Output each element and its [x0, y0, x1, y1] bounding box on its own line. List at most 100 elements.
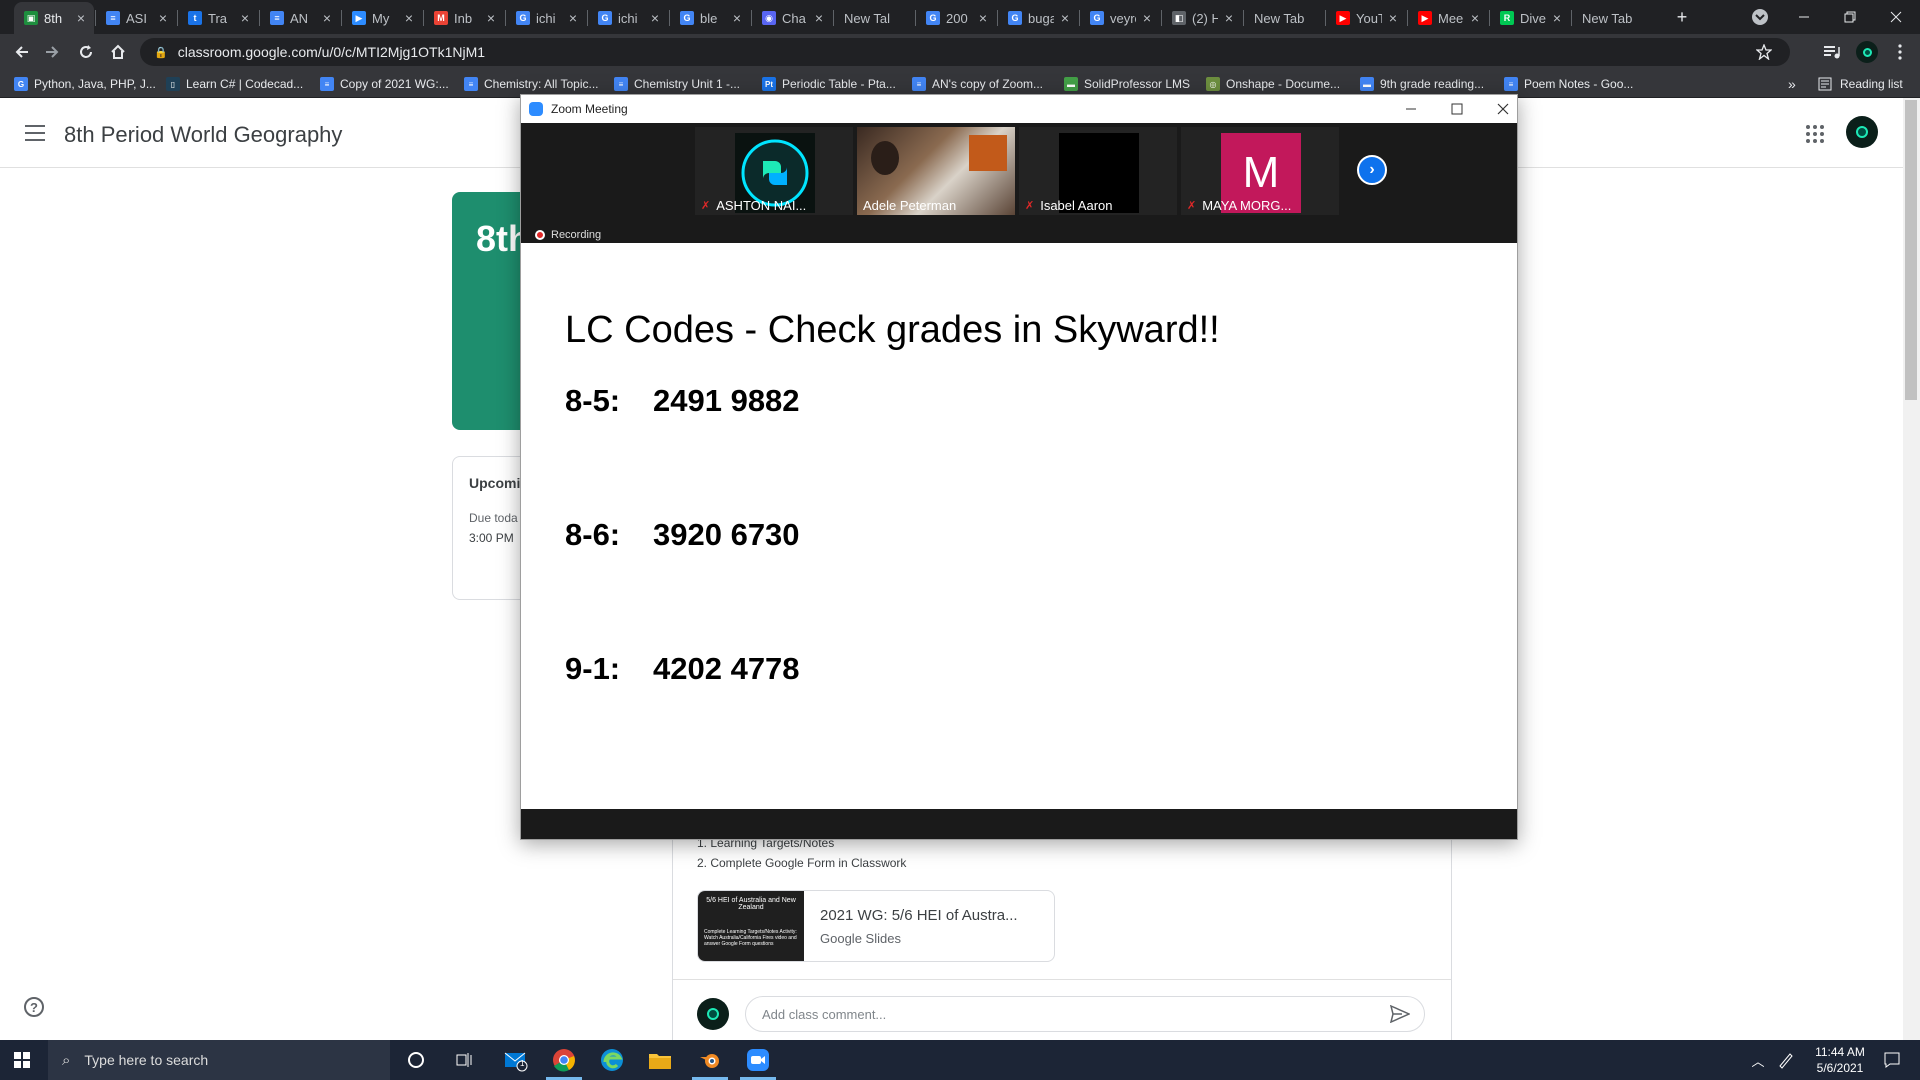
browser-tab[interactable]: ▶ Meeka× — [1408, 2, 1488, 34]
browser-tab[interactable]: Gichi × — [506, 2, 586, 34]
attachment-card[interactable]: 5/6 HEI of Australia and New Zealand Com… — [697, 890, 1055, 962]
class-comment-input[interactable]: Add class comment... — [745, 996, 1425, 1032]
media-control-button[interactable] — [1818, 38, 1846, 66]
browser-tab[interactable]: New Tal — [834, 2, 914, 34]
zoom-minimize-button[interactable] — [1399, 99, 1423, 119]
tab-close-icon[interactable]: × — [484, 10, 498, 26]
browser-tab[interactable]: New Tab — [1572, 2, 1652, 34]
bookmark-item[interactable]: ≡ Copy of 2021 WG:... — [320, 75, 449, 93]
browser-tab[interactable]: M Inb × — [424, 2, 504, 34]
browser-tab[interactable]: t Tra × — [178, 2, 258, 34]
tab-close-icon[interactable]: × — [812, 10, 826, 26]
zoom-title-bar[interactable]: Zoom Meeting — [521, 95, 1517, 123]
browser-tab[interactable]: ◉ Cha × — [752, 2, 832, 34]
chrome-taskbar-button[interactable] — [552, 1048, 576, 1072]
browser-tab[interactable]: Gveyron× — [1080, 2, 1160, 34]
tab-close-icon[interactable]: × — [156, 10, 170, 26]
browser-tab[interactable]: ▶ My × — [342, 2, 422, 34]
windows-start-icon[interactable] — [14, 1052, 30, 1068]
google-apps-icon[interactable] — [1806, 125, 1824, 143]
cortana-button[interactable] — [404, 1048, 428, 1072]
pen-workspace-button[interactable] — [1774, 1048, 1798, 1072]
tab-close-icon[interactable]: × — [238, 10, 252, 26]
bookmark-star-icon[interactable] — [1756, 44, 1772, 60]
page-scrollbar[interactable] — [1903, 98, 1920, 1040]
profile-avatar[interactable] — [1856, 41, 1878, 63]
mail-app-button[interactable]: 1 — [504, 1048, 528, 1072]
main-menu-button[interactable] — [25, 125, 45, 141]
reload-button[interactable] — [72, 38, 100, 66]
home-button[interactable] — [104, 38, 132, 66]
zoom-maximize-button[interactable] — [1445, 99, 1469, 119]
restore-window-button[interactable] — [1836, 3, 1864, 31]
bookmark-item[interactable]: ◎ Onshape - Docume... — [1206, 75, 1340, 93]
browser-tab[interactable]: ≡ ASI × — [96, 2, 176, 34]
browser-tab[interactable]: ▶ YouTub× — [1326, 2, 1406, 34]
browser-tab[interactable]: Gichi × — [588, 2, 668, 34]
tab-close-icon[interactable]: × — [976, 10, 990, 26]
bookmark-item[interactable]: G Python, Java, PHP, J... — [14, 75, 156, 93]
blender-taskbar-button[interactable] — [698, 1048, 722, 1072]
participant-tile-2[interactable]: Adele Peterman — [857, 127, 1015, 215]
bookmark-item[interactable]: ≡ Poem Notes - Goo... — [1504, 75, 1633, 93]
tab-close-icon[interactable]: × — [1140, 10, 1154, 26]
send-icon[interactable] — [1390, 1005, 1410, 1023]
bookmark-item[interactable]: ▯ Learn C# | Codecad... — [166, 75, 303, 93]
tab-close-icon[interactable]: × — [1058, 10, 1072, 26]
bookmark-item[interactable]: ≡ Chemistry Unit 1 -... — [614, 75, 740, 93]
action-center-button[interactable] — [1880, 1048, 1904, 1072]
account-avatar[interactable] — [1846, 116, 1878, 148]
tab-close-icon[interactable]: × — [1468, 10, 1482, 26]
tab-close-icon[interactable]: × — [1222, 10, 1236, 26]
browser-tab[interactable]: G 200 × — [916, 2, 996, 34]
close-window-button[interactable] — [1882, 3, 1910, 31]
edge-taskbar-button[interactable] — [600, 1048, 624, 1072]
hidden-icons-button[interactable]: ︿ — [1746, 1048, 1770, 1072]
chrome-menu-button[interactable] — [1886, 38, 1914, 66]
browser-tab[interactable]: ▣ 8th × — [14, 2, 94, 34]
bookmark-item[interactable]: ≡ AN's copy of Zoom... — [912, 75, 1043, 93]
tab-close-icon[interactable]: × — [402, 10, 416, 26]
browser-tab[interactable]: ≡ AN × — [260, 2, 340, 34]
participant-tile-3[interactable]: ✗ Isabel Aaron — [1019, 127, 1177, 215]
minimize-window-button[interactable] — [1790, 3, 1818, 31]
taskbar-search-box[interactable]: ⌕ Type here to search — [48, 1040, 390, 1080]
tab-close-icon[interactable]: × — [320, 10, 334, 26]
zoom-taskbar-button[interactable] — [746, 1048, 770, 1072]
next-participants-button[interactable]: › — [1357, 155, 1387, 185]
bookmark-item[interactable]: ≡ Chemistry: All Topic... — [464, 75, 598, 93]
task-view-button[interactable] — [452, 1048, 476, 1072]
zoom-close-button[interactable] — [1491, 99, 1515, 119]
tab-close-icon[interactable]: × — [74, 10, 88, 26]
comment-avatar — [697, 998, 729, 1030]
tab-close-icon[interactable]: × — [730, 10, 744, 26]
browser-tab[interactable]: R Dive int× — [1490, 2, 1570, 34]
file-explorer-button[interactable] — [648, 1048, 672, 1072]
tab-close-icon[interactable]: × — [1550, 10, 1564, 26]
browser-tab[interactable]: Gble × — [670, 2, 750, 34]
bookmark-item[interactable]: ▬ SolidProfessor LMS — [1064, 75, 1190, 93]
reading-list-button[interactable]: Reading list — [1818, 75, 1903, 93]
tab-search-button[interactable] — [1746, 3, 1774, 31]
participant-tile-1[interactable]: ✗ ASHTON NAI... — [695, 127, 853, 215]
system-clock[interactable]: 11:44 AM 5/6/2021 — [1800, 1044, 1880, 1076]
tab-close-icon[interactable]: × — [566, 10, 580, 26]
bookmark-item[interactable]: Pt Periodic Table - Pta... — [762, 75, 896, 93]
browser-tab[interactable]: Gbugatti× — [998, 2, 1078, 34]
forward-button[interactable] — [38, 38, 66, 66]
help-icon[interactable]: ? — [24, 997, 44, 1017]
participant-tile-4[interactable]: M ✗ MAYA MORG... — [1181, 127, 1339, 215]
zoom-window-title: Zoom Meeting — [551, 102, 628, 116]
browser-tab[interactable]: ◧ (2) Hom× — [1162, 2, 1242, 34]
new-tab-button[interactable]: + — [1668, 3, 1696, 31]
bookmark-item[interactable]: ▬ 9th grade reading... — [1360, 75, 1484, 93]
scrollbar-thumb[interactable] — [1905, 100, 1917, 400]
browser-tab[interactable]: New Tab — [1244, 2, 1324, 34]
tab-close-icon[interactable]: × — [648, 10, 662, 26]
upcoming-due-time[interactable]: 3:00 PM — [469, 531, 514, 545]
address-bar[interactable]: 🔒 classroom.google.com/u/0/c/MTI2Mjg1OTk… — [140, 38, 1790, 66]
tab-close-icon[interactable]: × — [1386, 10, 1400, 26]
back-button[interactable] — [8, 38, 36, 66]
course-title[interactable]: 8th Period World Geography — [64, 122, 342, 148]
more-bookmarks-button[interactable]: » — [1788, 75, 1796, 93]
